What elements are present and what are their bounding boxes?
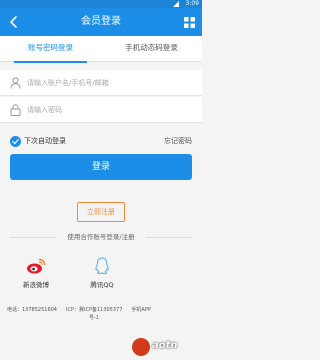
user-icon bbox=[10, 77, 21, 89]
qq-login[interactable]: 腾讯QQ bbox=[82, 257, 122, 297]
status-bar: 3:09 bbox=[0, 0, 202, 8]
active-tab-indicator bbox=[14, 61, 87, 63]
footer-info: 电话：13785251604 ICP：冀ICP备11305377 手机APP 号-1 bbox=[7, 306, 195, 322]
lock-icon bbox=[10, 104, 21, 116]
login-tabs: 账号密码登录 手机动态码登录 bbox=[0, 36, 202, 63]
register-button[interactable]: 立即注册 bbox=[77, 202, 125, 222]
partner-login-divider: 使用合作账号登录/注册 bbox=[10, 232, 192, 242]
footer-app-link[interactable]: 手机APP bbox=[131, 307, 150, 313]
footer-icp-suffix: 号-1 bbox=[89, 315, 99, 321]
password-input[interactable] bbox=[27, 101, 192, 119]
qq-label: 腾讯QQ bbox=[90, 281, 114, 289]
watermark-text: aotn bbox=[152, 340, 178, 351]
grid-icon[interactable] bbox=[184, 17, 195, 28]
username-input[interactable] bbox=[27, 74, 192, 92]
forgot-password-link[interactable]: 忘记密码 bbox=[164, 136, 192, 147]
login-button[interactable]: 登录 bbox=[10, 154, 192, 180]
tab-label: 账号密码登录 bbox=[28, 43, 73, 52]
auto-login-label: 下次自动登录 bbox=[24, 137, 66, 145]
title-bar: 会员登录 bbox=[0, 8, 202, 36]
username-field bbox=[0, 70, 202, 96]
weibo-login[interactable]: 新浪微博 bbox=[16, 257, 56, 297]
footer-icp: ICP：冀ICP备11305377 bbox=[66, 307, 123, 313]
signal-icon bbox=[173, 1, 179, 7]
tab-password-login[interactable]: 账号密码登录 bbox=[0, 36, 101, 63]
qq-icon bbox=[95, 257, 109, 275]
check-icon bbox=[12, 138, 19, 145]
footer-phone: 电话：13785251604 bbox=[7, 307, 57, 313]
auto-login-checkbox[interactable] bbox=[10, 136, 21, 147]
aotn-logo-icon bbox=[132, 338, 150, 356]
tab-sms-login[interactable]: 手机动态码登录 bbox=[101, 36, 202, 62]
tab-label: 手机动态码登录 bbox=[125, 43, 178, 52]
watermark: aotn bbox=[132, 336, 200, 358]
divider-line bbox=[146, 237, 192, 238]
page-title: 会员登录 bbox=[81, 16, 121, 27]
weibo-label: 新浪微博 bbox=[23, 281, 49, 289]
weibo-icon bbox=[27, 258, 46, 274]
password-field bbox=[0, 97, 202, 123]
status-time: 3:09 bbox=[185, 0, 199, 7]
